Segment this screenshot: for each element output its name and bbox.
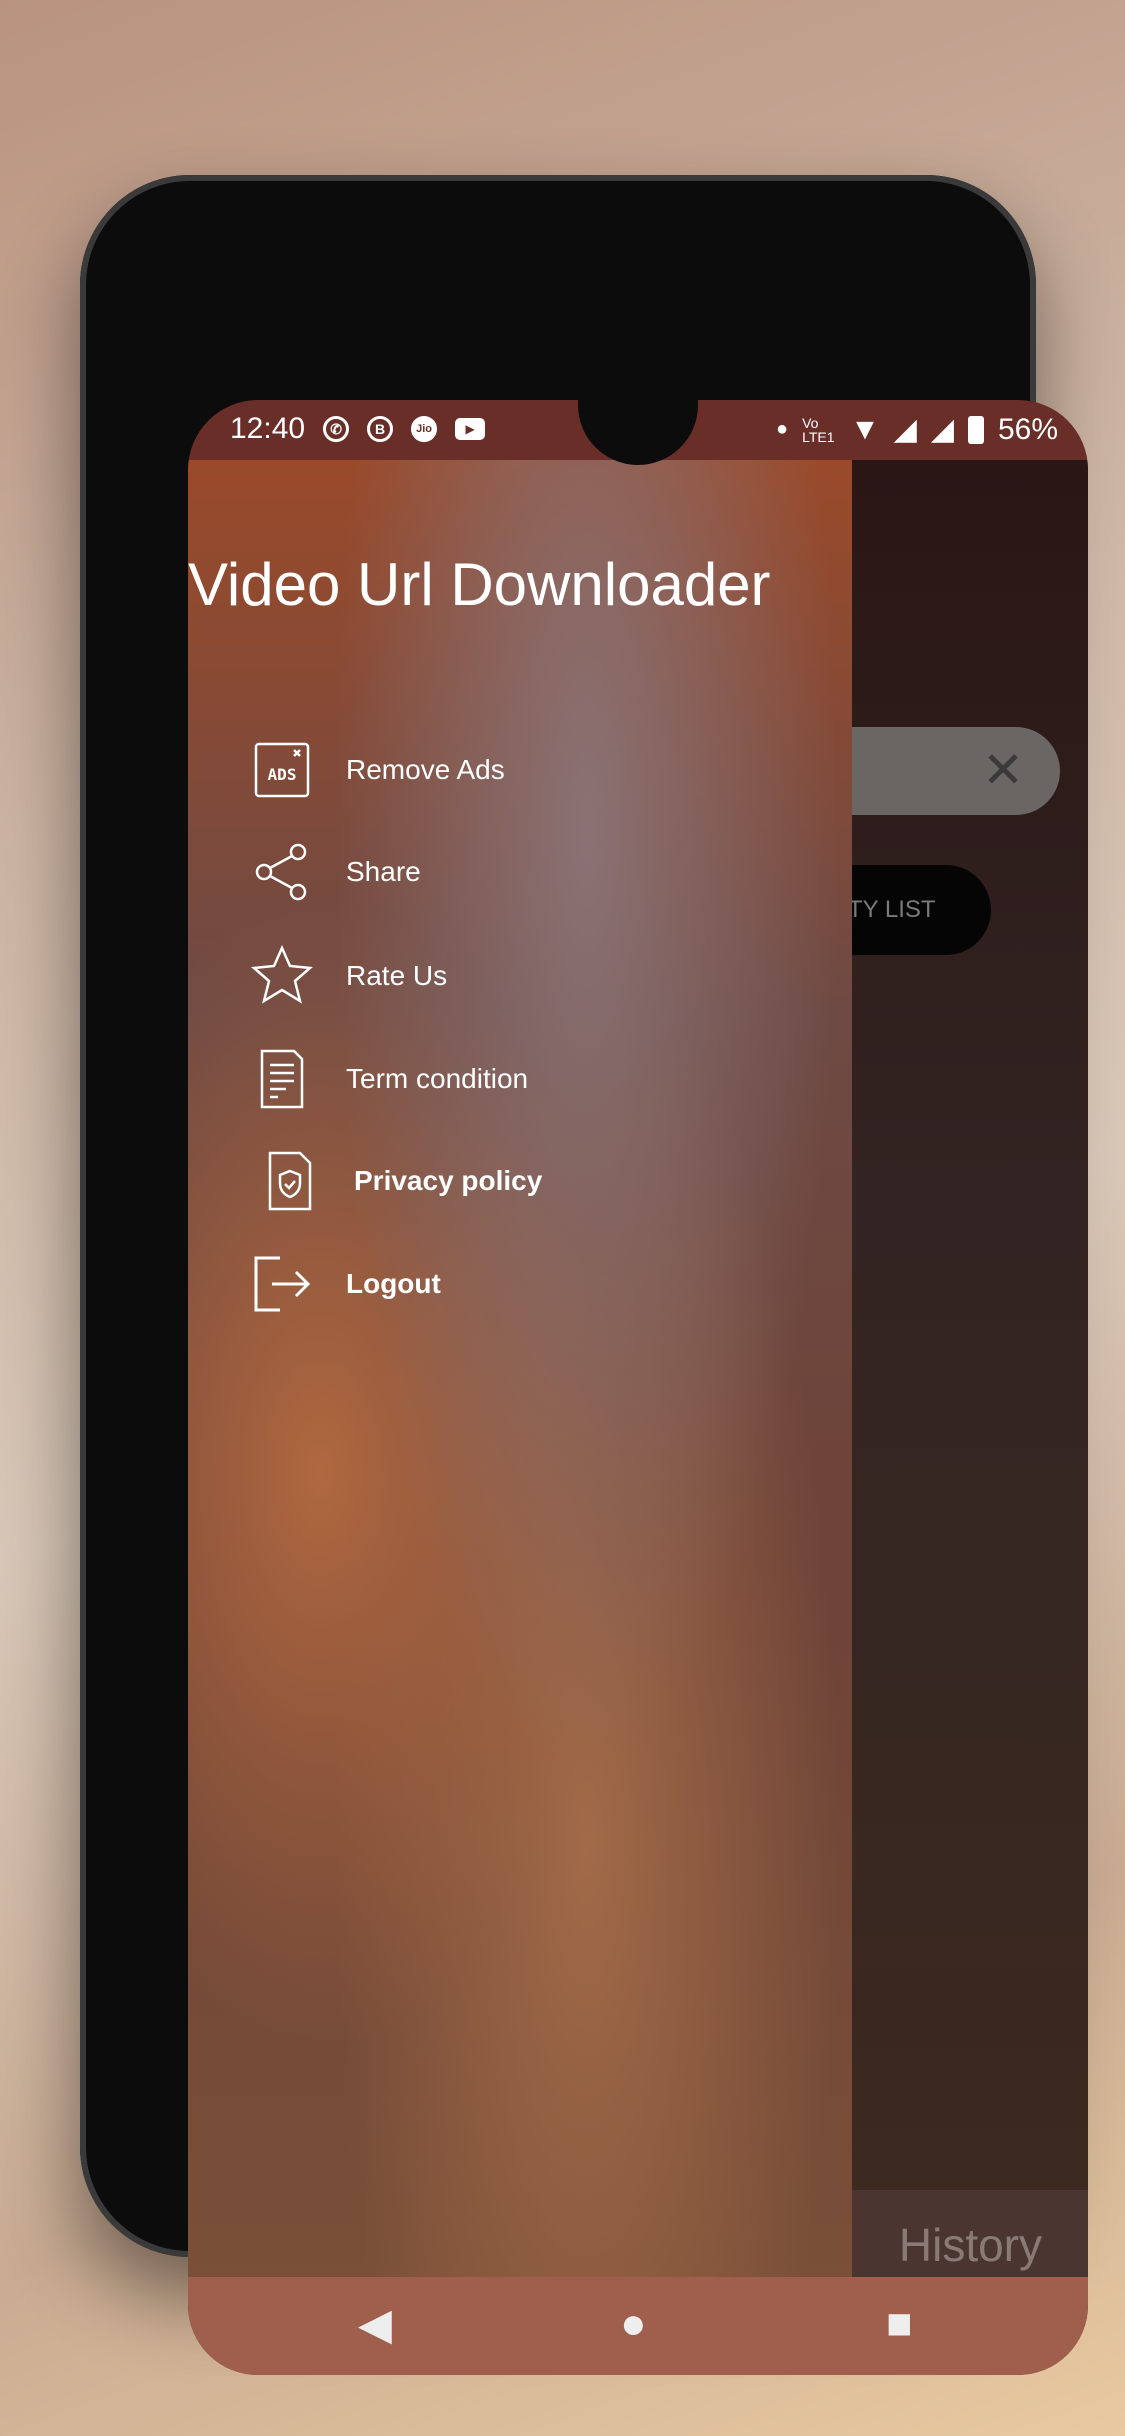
jio-icon: Jio — [411, 416, 438, 442]
wifi-icon: ▼ — [850, 412, 880, 446]
drawer-item-label: Remove Ads — [346, 754, 505, 785]
drawer-item-label: Rate Us — [346, 960, 448, 991]
drawer-item-privacy-policy[interactable]: Privacy policy — [258, 1149, 542, 1213]
camera-notch — [578, 400, 698, 465]
close-icon[interactable]: ✕ — [982, 745, 1024, 795]
phone-frame: ✕ TY LIST History Video Url Downloader A… — [80, 175, 1088, 2375]
drawer-item-label: Privacy policy — [354, 1165, 543, 1196]
dot-icon: ● — [776, 418, 789, 440]
drawer-item-logout[interactable]: Logout — [250, 1252, 441, 1316]
whatsapp-business-icon: B — [367, 416, 394, 442]
back-icon[interactable]: ◀ — [358, 2299, 392, 2350]
system-nav-bar: ◀ ● ■ — [188, 2277, 1088, 2375]
drawer-item-remove-ads[interactable]: ADS Remove Ads — [250, 738, 505, 802]
drawer-item-share[interactable]: Share — [250, 840, 421, 904]
navigation-drawer: Video Url Downloader ADS Remove Ads Shar… — [188, 460, 852, 2302]
drawer-title: Video Url Downloader — [188, 551, 771, 618]
logout-icon — [254, 1256, 311, 1312]
clock: 12:40 — [230, 412, 306, 445]
drawer-item-label: Term condition — [346, 1063, 529, 1094]
volte-icon: Vo LTE1 — [802, 414, 835, 445]
recents-icon[interactable]: ■ — [886, 2299, 913, 2349]
status-bar: 12:40 ✆ B Jio ▶ ● Vo LTE1 ▼ ◢ ◢ 56% — [188, 400, 1088, 465]
drawer-item-term-condition[interactable]: Term condition — [250, 1047, 528, 1111]
youtube-icon: ▶ — [455, 418, 486, 440]
signal-icon: ◢ — [893, 413, 917, 446]
svg-text:ADS: ADS — [268, 765, 297, 784]
remove-ads-icon: ADS — [254, 742, 310, 798]
home-icon[interactable]: ● — [620, 2299, 647, 2349]
drawer-item-label: Share — [346, 856, 421, 887]
screen: ✕ TY LIST History Video Url Downloader A… — [188, 400, 1088, 2375]
share-icon — [255, 843, 307, 901]
star-icon — [250, 944, 314, 1004]
battery-icon — [967, 415, 984, 444]
drawer-item-label: Logout — [346, 1268, 441, 1299]
signal-icon: ◢ — [930, 413, 954, 446]
privacy-shield-icon — [268, 1151, 312, 1211]
drawer-item-rate-us[interactable]: Rate Us — [250, 944, 447, 1008]
battery-percent: 56% — [997, 412, 1058, 446]
whatsapp-icon: ✆ — [323, 416, 350, 442]
document-icon — [260, 1049, 304, 1109]
